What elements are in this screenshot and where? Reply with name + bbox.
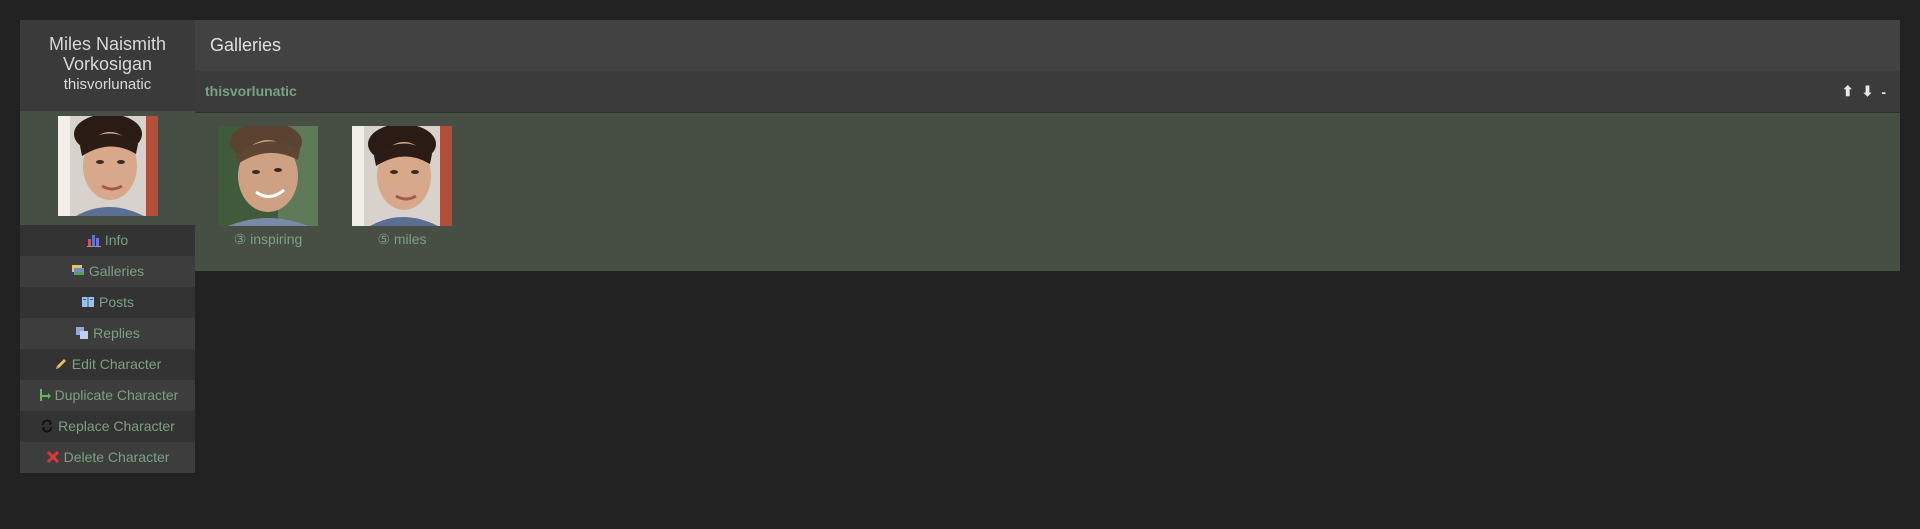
character-screenname: thisvorlunatic <box>63 76 152 93</box>
character-sidebar: Miles Naismith Vorkosigan thisvorlunatic <box>20 20 195 473</box>
duplicate-icon <box>39 389 51 401</box>
nav-info[interactable]: Info <box>20 225 195 256</box>
nav-label: Replace Character <box>58 418 175 434</box>
collapse-button[interactable]: - <box>1881 84 1886 100</box>
galleries-icon <box>71 265 84 275</box>
gallery-icons: ③ inspiring ⑤ miles <box>195 113 1900 271</box>
nav-label: Replies <box>93 325 140 341</box>
gallery-icon-image[interactable] <box>218 126 318 226</box>
gallery-header: thisvorlunatic ⬆ ⬇ - <box>195 71 1900 113</box>
nav-galleries[interactable]: Galleries <box>20 256 195 287</box>
nav-label: Delete Character <box>63 449 170 465</box>
character-name: Miles Naismith Vorkosigan <box>48 34 167 74</box>
nav-replies[interactable]: Replies <box>20 318 195 349</box>
galleries-panel: Galleries thisvorlunatic ⬆ ⬇ - ③ inspiri… <box>195 20 1900 271</box>
character-avatar[interactable] <box>58 116 158 216</box>
move-up-icon[interactable]: ⬆ <box>1842 83 1854 100</box>
nav-label: Galleries <box>88 263 145 279</box>
avatar-container <box>20 111 195 225</box>
nav-posts[interactable]: Posts <box>20 287 195 318</box>
gallery-controls: ⬆ ⬇ - <box>1842 71 1886 112</box>
gallery-icon-image[interactable] <box>352 126 452 226</box>
character-header: Miles Naismith Vorkosigan thisvorlunatic <box>20 20 195 111</box>
replace-icon <box>42 419 53 433</box>
nav-delete-character[interactable]: Delete Character <box>20 442 195 473</box>
gallery-icon-card: ⑤ miles <box>352 126 452 248</box>
move-down-icon[interactable]: ⬇ <box>1862 83 1874 100</box>
gallery-icon-card: ③ inspiring <box>218 126 318 248</box>
character-nav: Info Galleries Posts Replies Edit Charac… <box>20 225 195 473</box>
gallery-name-link[interactable]: thisvorlunatic <box>205 71 297 112</box>
app: Miles Naismith Vorkosigan thisvorlunatic <box>20 20 1900 473</box>
replies-icon <box>76 327 89 339</box>
book-icon <box>81 297 94 307</box>
page-title: Galleries <box>195 20 1900 71</box>
gallery-icon-label[interactable]: ③ inspiring <box>218 231 318 248</box>
pencil-icon <box>55 359 66 369</box>
nav-label: Info <box>104 232 129 248</box>
nav-label: Edit Character <box>71 356 162 372</box>
chart-icon <box>86 235 101 247</box>
nav-duplicate-character[interactable]: Duplicate Character <box>20 380 195 411</box>
nav-replace-character[interactable]: Replace Character <box>20 411 195 442</box>
nav-label: Duplicate Character <box>54 387 179 403</box>
gallery-icon-label[interactable]: ⑤ miles <box>352 231 452 248</box>
nav-label: Posts <box>98 294 134 310</box>
delete-icon <box>46 450 59 464</box>
nav-edit-character[interactable]: Edit Character <box>20 349 195 380</box>
